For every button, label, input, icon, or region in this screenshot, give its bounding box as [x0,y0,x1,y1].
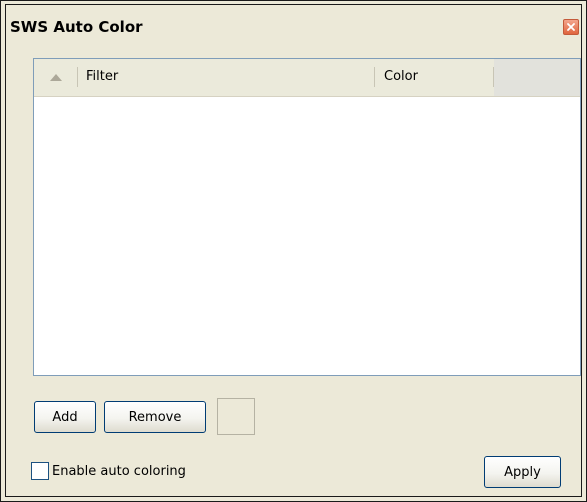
title-bar[interactable]: SWS Auto Color [6,5,581,41]
dialog-window: SWS Auto Color Filter Color Add Remove E… [0,0,587,502]
close-icon [567,23,575,31]
enable-auto-coloring-label: Enable auto coloring [52,463,186,479]
filter-list[interactable]: Filter Color [33,58,581,376]
sort-ascending-icon [49,74,62,81]
header-separator[interactable] [77,67,78,87]
dialog-frame: SWS Auto Color Filter Color Add Remove E… [5,4,582,497]
sort-column-header[interactable] [34,59,77,96]
column-header-filter[interactable]: Filter [86,69,118,84]
header-filler [494,59,580,96]
close-button[interactable] [563,19,579,35]
color-swatch[interactable] [217,398,255,435]
remove-button[interactable]: Remove [104,401,206,433]
window-title: SWS Auto Color [10,18,143,36]
column-header-color[interactable]: Color [384,69,418,84]
header-separator[interactable] [374,67,375,87]
apply-button[interactable]: Apply [484,456,561,488]
add-button[interactable]: Add [34,401,96,433]
enable-auto-coloring-checkbox[interactable] [31,462,49,480]
enable-auto-coloring-option[interactable]: Enable auto coloring [31,461,186,481]
list-header: Filter Color [34,59,580,97]
